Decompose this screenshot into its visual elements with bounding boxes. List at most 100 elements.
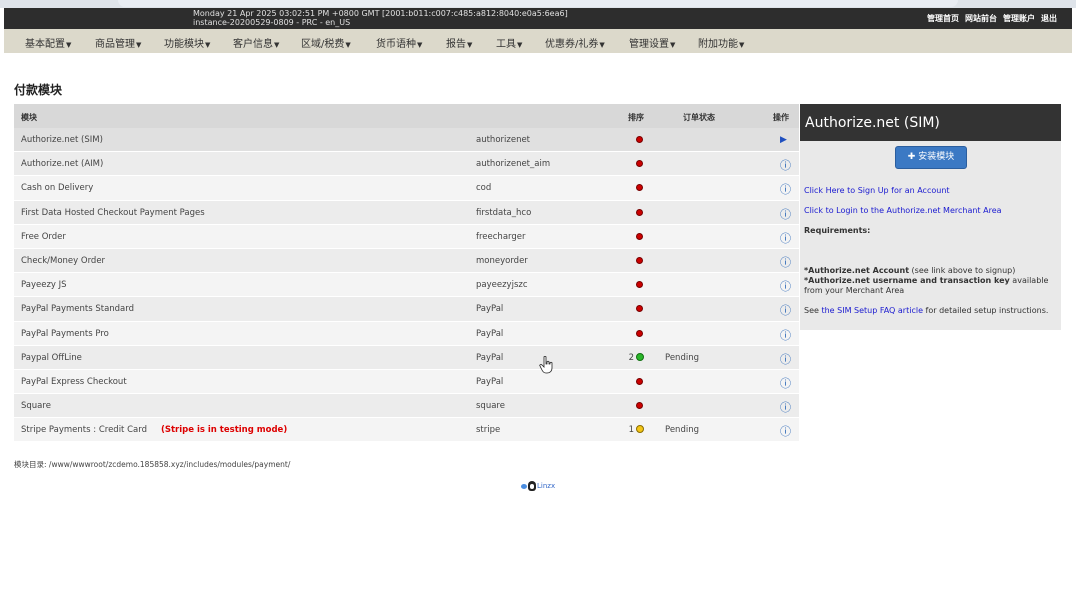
table-row[interactable]: Stripe Payments : Credit Card (Stripe is … (14, 418, 799, 443)
header-link-admin-home[interactable]: 管理首页 (927, 13, 959, 24)
table-body: Authorize.net (SIM) authorizenet ▶ Authoriz… (14, 128, 799, 443)
status-red-icon (636, 329, 643, 337)
module-sort-order: 1 (628, 425, 634, 436)
nav-item-tools[interactable]: 工具▼ (496, 35, 522, 50)
table-row[interactable]: PayPal Express Checkout PayPal ⓘ (14, 369, 799, 395)
table-row[interactable]: PayPal Payments Standard PayPal ⓘ (14, 297, 799, 322)
info-icon[interactable]: ⓘ (780, 254, 791, 270)
header-module: 模块 (21, 113, 37, 122)
table-row[interactable]: Payeezy JS payeezyjszc ⓘ (14, 273, 799, 298)
module-code: square (476, 401, 505, 412)
module-info-panel: Authorize.net (SIM) ✚ 安装模块 Click Here to… (800, 104, 1061, 330)
info-icon[interactable]: ⓘ (780, 399, 791, 415)
module-title: Authorize.net (AIM) (21, 159, 103, 169)
footer-logo[interactable]: Linzx (521, 481, 555, 491)
nav-item-reports[interactable]: 报告▼ (446, 35, 472, 50)
module-title: PayPal Payments Standard (21, 304, 134, 314)
nav-item-admin-access[interactable]: 管理设置▼ (629, 35, 675, 50)
table-row[interactable]: Square square ⓘ (14, 394, 799, 419)
header-order-status: 订单状态 (683, 113, 715, 122)
table-row[interactable]: Paypal OffLine PayPal 2 Pending ⓘ (14, 345, 799, 370)
hand-cursor-icon (539, 356, 553, 374)
table-row[interactable]: Authorize.net (SIM) authorizenet ▶ (14, 128, 799, 153)
status-yellow-icon (636, 425, 644, 434)
nav-label: 区域/税费 (301, 39, 345, 50)
module-code: freecharger (476, 231, 526, 242)
module-title: PayPal Payments Pro (21, 329, 109, 339)
info-icon[interactable]: ⓘ (780, 157, 791, 173)
bird-icon (521, 483, 527, 489)
module-title: Payeezy JS (21, 280, 67, 290)
faq-prefix: See (804, 306, 822, 315)
table-row[interactable]: Authorize.net (AIM) authorizenet_aim ⓘ (14, 152, 799, 177)
info-icon[interactable]: ⓘ (780, 327, 791, 343)
status-red-icon (636, 208, 643, 216)
nav-item-catalog[interactable]: 商品管理▼ (95, 35, 141, 50)
module-title: Authorize.net (SIM) (21, 135, 103, 145)
page-title: 付款模块 (14, 83, 63, 97)
info-icon[interactable]: ⓘ (780, 230, 791, 246)
nav-item-localization[interactable]: 货币语种▼ (376, 35, 422, 50)
header-link-logout[interactable]: 退出 (1041, 13, 1057, 24)
nav-item-configuration[interactable]: 基本配置▼ (25, 35, 71, 50)
module-title-text: Free Order (21, 231, 66, 242)
header-info: Monday 21 Apr 2025 03:02:51 PM +0800 GMT… (193, 9, 568, 27)
play-icon[interactable]: ▶ (780, 135, 787, 145)
info-icon[interactable]: ⓘ (780, 375, 791, 391)
table-row[interactable]: First Data Hosted Checkout Payment Pages… (14, 200, 799, 225)
panel-body: Click Here to Sign Up for an Account Cli… (804, 186, 1059, 316)
merchant-login-link[interactable]: Click to Login to the Authorize.net Merc… (804, 206, 1002, 215)
info-icon[interactable]: ⓘ (780, 423, 791, 439)
requirement-account-bold: *Authorize.net Account (804, 266, 910, 275)
nav-label: 附加功能 (698, 39, 738, 50)
info-icon[interactable]: ⓘ (780, 206, 791, 222)
header-info-instance: instance-20200529-0809 - PRC - en_US (193, 18, 351, 27)
nav-item-gv-admin[interactable]: 优惠券/礼券▼ (545, 35, 605, 50)
nav-label: 商品管理 (95, 39, 135, 50)
table-row[interactable]: Check/Money Order moneyorder ⓘ (14, 248, 799, 274)
module-title-text: PayPal Payments Standard (21, 304, 135, 315)
info-icon[interactable]: ⓘ (780, 302, 791, 318)
module-title-text: First Data Hosted Checkout Payment Pages (21, 207, 205, 218)
requirement-key: *Authorize.net username and transaction … (804, 276, 1059, 296)
nav-item-customers[interactable]: 客户信息▼ (233, 35, 279, 50)
nav-item-extras[interactable]: 附加功能▼ (698, 35, 744, 50)
module-title-text: PayPal Express Checkout (21, 376, 127, 387)
chevron-down-icon: ▼ (599, 41, 605, 49)
header-link-storefront[interactable]: 网站前台 (965, 13, 997, 24)
module-title-text: Authorize.net (AIM) (21, 159, 104, 170)
info-icon[interactable]: ⓘ (780, 181, 791, 197)
install-module-button[interactable]: ✚ 安装模块 (895, 146, 967, 169)
chevron-down-icon: ▼ (417, 41, 423, 49)
module-code: authorizenet (476, 135, 531, 145)
header-link-admin-account[interactable]: 管理账户 (1003, 13, 1035, 24)
module-code: PayPal (476, 352, 504, 363)
module-title: Paypal OffLine (21, 353, 82, 363)
info-icon[interactable]: ⓘ (780, 278, 791, 294)
table-row[interactable]: Cash on Delivery cod ⓘ (14, 176, 799, 201)
module-directory: 模块目录: /www/wwwroot/zcdemo.185858.xyz/inc… (14, 460, 291, 469)
requirement-key-bold: *Authorize.net username and transaction … (804, 276, 1010, 285)
header-action: 操作 (773, 113, 789, 122)
sim-faq-link[interactable]: the SIM Setup FAQ article (821, 306, 923, 315)
module-title: PayPal Express Checkout (21, 377, 127, 387)
info-icon[interactable]: ⓘ (780, 351, 791, 367)
nav-item-modules[interactable]: 功能模块▼ (164, 35, 210, 50)
module-code: payeezyjszc (476, 280, 528, 291)
module-title-text: Check/Money Order (21, 255, 106, 266)
table-row[interactable]: Free Order freecharger ⓘ (14, 224, 799, 249)
plus-icon: ✚ (907, 152, 919, 162)
module-code: authorizenet_aim (476, 159, 551, 170)
module-title-text: Square (21, 401, 51, 412)
table-row[interactable]: PayPal Payments Pro PayPal ⓘ (14, 321, 799, 346)
module-title-text: Stripe Payments : Credit Card (21, 425, 147, 436)
header-links: 管理首页 网站前台 管理账户 退出 (927, 13, 1057, 24)
module-code: cod (476, 183, 492, 194)
signup-link[interactable]: Click Here to Sign Up for an Account (804, 186, 950, 195)
install-label: 安装模块 (918, 152, 955, 162)
nav-item-locations-taxes[interactable]: 区域/税费▼ (301, 35, 351, 50)
status-red-icon (636, 402, 643, 410)
module-code: PayPal (476, 304, 504, 315)
module-title-text: Paypal OffLine (21, 352, 82, 363)
nav-label: 优惠券/礼券 (545, 39, 599, 50)
